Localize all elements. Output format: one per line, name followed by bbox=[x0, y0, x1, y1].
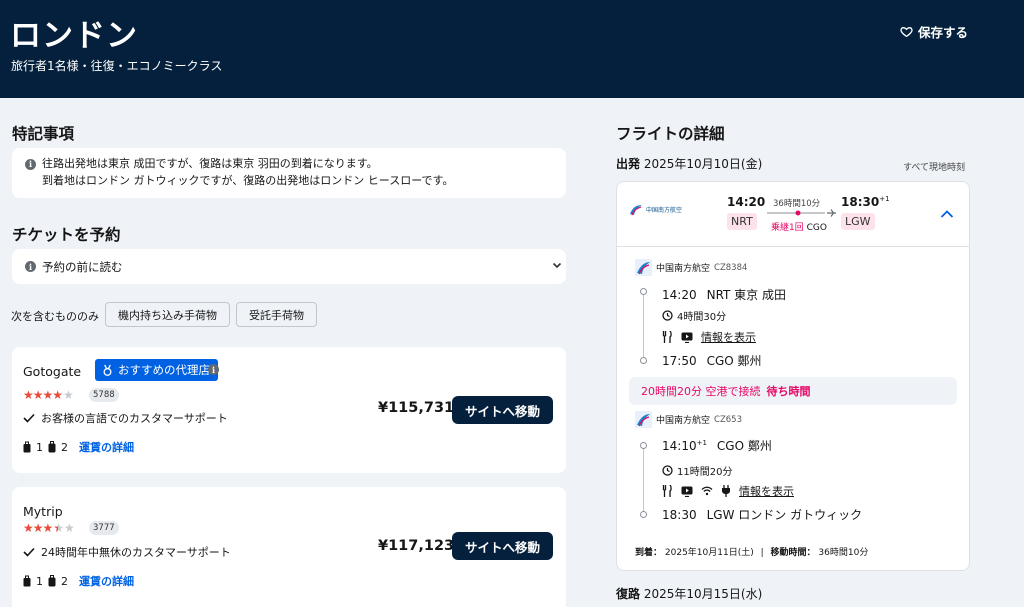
segment-departure: 14:10+1 CGO 鄭州 bbox=[662, 439, 772, 453]
segment-duration: 11時間20分 bbox=[662, 463, 732, 478]
plane-icon bbox=[827, 209, 836, 217]
check-icon bbox=[23, 413, 35, 423]
clock-icon bbox=[662, 310, 673, 321]
layover-banner: 20時間20分 空港で接続 待ち時間 bbox=[629, 377, 957, 405]
view-info-link[interactable]: 情報を表示 bbox=[701, 329, 756, 345]
segment-duration: 4時間30分 bbox=[662, 308, 726, 323]
outbound-date-line: 出発 2025年10月10日(金) bbox=[616, 157, 763, 171]
heart-icon bbox=[900, 27, 913, 38]
fare-details-link[interactable]: 運賃の詳細 bbox=[79, 573, 134, 589]
carry-on-bag-icon bbox=[23, 441, 31, 453]
notice-card: i 往路出発地は東京 成田ですが、復路は東京 羽田の到着になります。 到着地はロ… bbox=[12, 148, 566, 198]
segment-arrival: 17:50 CGO 鄭州 bbox=[662, 354, 762, 368]
local-time-note: すべて現地時刻 bbox=[903, 163, 966, 173]
segment-amenities: 情報を表示 bbox=[662, 329, 756, 345]
timeline-dot bbox=[640, 288, 647, 295]
arrival-airport-code: LGW bbox=[841, 213, 875, 230]
info-icon[interactable]: i bbox=[208, 364, 219, 375]
filter-carry-on[interactable]: 機内持ち込み手荷物 bbox=[105, 302, 230, 327]
segment-arrival: 18:30 LGW ロンドン ガトウィック bbox=[662, 508, 863, 522]
price: ¥115,731 bbox=[378, 400, 455, 416]
save-button[interactable]: 保存する bbox=[900, 22, 968, 41]
timeline-dot bbox=[640, 442, 647, 449]
carry-on-bag-icon bbox=[23, 575, 31, 587]
entertainment-icon bbox=[681, 332, 693, 343]
agent-card: Gotogate おすすめの代理店 i ★★★★ ★ 5788 お客様の言語でのカ… bbox=[12, 347, 566, 473]
segment-amenities: 情報を表示 bbox=[662, 483, 794, 499]
recommended-badge: おすすめの代理店 bbox=[95, 359, 218, 381]
page-header: ロンドン 旅行者1名様・往復・エコノミークラス 保存する bbox=[0, 0, 1024, 98]
save-label: 保存する bbox=[918, 25, 969, 40]
info-icon: i bbox=[25, 261, 36, 272]
departure-time: 14:20 bbox=[727, 195, 766, 209]
agent-name: Gotogate bbox=[23, 364, 82, 379]
notice-line-2: 到着地はロンドン ガトウィックですが、復路の出発地はロンドン ヒースローです。 bbox=[42, 174, 454, 187]
review-count: 5788 bbox=[89, 388, 119, 402]
read-before-booking[interactable]: i 予約の前に読む bbox=[12, 249, 566, 284]
meal-icon bbox=[662, 331, 672, 343]
chevron-down-icon bbox=[552, 262, 562, 269]
rating-stars: ★★★★★ bbox=[23, 388, 74, 402]
wifi-icon bbox=[701, 486, 713, 496]
return-date-line: 復路 2025年10月15日(水) bbox=[616, 587, 763, 601]
clock-icon bbox=[662, 465, 673, 476]
agent-name: Mytrip bbox=[23, 504, 63, 519]
booking-heading: チケットを予約 bbox=[12, 226, 121, 244]
airline-logo: 中国南方航空 bbox=[629, 204, 682, 216]
notices-heading: 特記事項 bbox=[12, 125, 75, 143]
info-icon: i bbox=[25, 159, 36, 170]
flight-details-heading: フライトの詳細 bbox=[616, 125, 725, 143]
segment-airline: 中国南方航空 CZ8384 bbox=[635, 259, 747, 276]
check-icon bbox=[23, 547, 35, 557]
airline-logo-icon bbox=[630, 205, 642, 216]
filter-checked[interactable]: 受託手荷物 bbox=[236, 302, 317, 327]
checked-bag-icon bbox=[48, 575, 56, 587]
departure-airport-code: NRT bbox=[727, 213, 757, 230]
checked-bag-icon bbox=[48, 441, 56, 453]
agent-card: Mytrip ★★★ ★ ★ 3777 24時間年中無休のカスタマーサポート 1 2… bbox=[12, 487, 566, 607]
support-feature: 24時間年中無休のカスタマーサポート bbox=[23, 544, 231, 560]
destination-title: ロンドン bbox=[10, 18, 138, 54]
arrival-time: 18:30+1 bbox=[841, 195, 890, 209]
baggage-info: 1 2 運賃の詳細 bbox=[23, 573, 134, 589]
timeline-dot bbox=[640, 511, 647, 518]
baggage-info: 1 2 運賃の詳細 bbox=[23, 439, 134, 455]
segment-departure: 14:20 NRT 東京 成田 bbox=[662, 288, 786, 302]
airline-logo-icon bbox=[635, 259, 652, 276]
filter-label: 次を含むもののみ bbox=[11, 310, 99, 323]
support-feature: お客様の言語でのカスタマーサポート bbox=[23, 410, 228, 426]
view-info-link[interactable]: 情報を表示 bbox=[739, 483, 794, 499]
timeline-line bbox=[643, 290, 644, 360]
airline-logo-icon bbox=[635, 411, 652, 428]
airline-logo-label: 中国南方航空 bbox=[646, 206, 683, 214]
fare-details-link[interactable]: 運賃の詳細 bbox=[79, 439, 134, 455]
arrival-summary: 到着： 2025年10月11日(土) | 移動時間： 36時間10分 bbox=[635, 548, 869, 558]
route-line bbox=[767, 209, 836, 217]
review-count: 3777 bbox=[89, 521, 119, 535]
timeline-line bbox=[643, 444, 644, 514]
trip-summary: 旅行者1名様・往復・エコノミークラス bbox=[11, 59, 223, 73]
flight-summary-row[interactable]: 中国南方航空 14:20 NRT 36時間10分 乗継1回 CGO 18:30+… bbox=[617, 182, 969, 247]
medal-icon bbox=[103, 364, 112, 376]
notice-line-1: 往路出発地は東京 成田ですが、復路は東京 羽田の到着になります。 bbox=[42, 157, 378, 170]
read-before-booking-label: 予約の前に読む bbox=[42, 260, 123, 274]
power-plug-icon bbox=[722, 485, 730, 497]
chevron-up-icon[interactable] bbox=[940, 209, 954, 219]
price: ¥117,123 bbox=[378, 538, 455, 554]
timeline-dot bbox=[640, 357, 647, 364]
go-to-site-button[interactable]: サイトへ移動 bbox=[452, 532, 553, 560]
meal-icon bbox=[662, 485, 672, 497]
outbound-flight-card: 中国南方航空 14:20 NRT 36時間10分 乗継1回 CGO 18:30+… bbox=[616, 181, 970, 571]
go-to-site-button[interactable]: サイトへ移動 bbox=[452, 396, 553, 424]
entertainment-icon bbox=[681, 486, 693, 497]
stop-info: 乗継1回 CGO bbox=[771, 223, 827, 233]
rating-stars: ★★★★★ bbox=[23, 521, 75, 535]
segment-airline: 中国南方航空 CZ653 bbox=[635, 411, 742, 428]
